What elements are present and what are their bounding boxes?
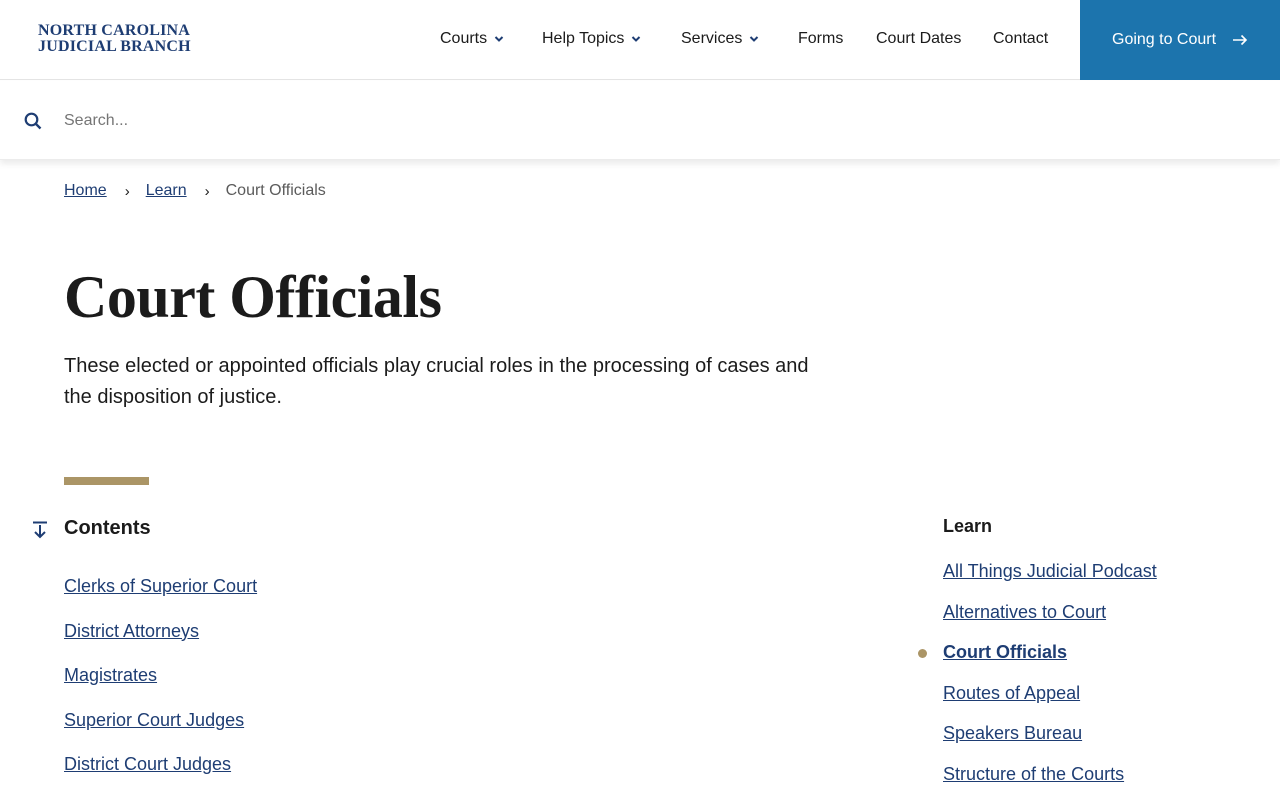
nav-forms-label: Forms (798, 30, 844, 47)
sidebar-item-podcast: All Things Judicial Podcast (943, 561, 1157, 602)
sidebar-link-podcast[interactable]: All Things Judicial Podcast (943, 561, 1157, 581)
list-item: District Attorneys (64, 621, 257, 666)
page-intro: These elected or appointed officials pla… (64, 355, 809, 408)
nav-help-topics-label: Help Topics (542, 30, 625, 47)
arrow-right-icon (1233, 34, 1248, 46)
sidebar-item-alternatives: Alternatives to Court (943, 602, 1157, 643)
contents-link-district-court-judges[interactable]: District Court Judges (64, 754, 231, 774)
site-logo[interactable]: NORTH CAROLINA JUDICIAL BRANCH (38, 23, 191, 55)
nav-forms[interactable]: Forms (798, 30, 843, 48)
sidebar-link-structure[interactable]: Structure of the Courts (943, 764, 1124, 784)
sidebar-link-alternatives[interactable]: Alternatives to Court (943, 602, 1106, 622)
search-input[interactable] (64, 107, 1244, 135)
accent-divider (64, 477, 149, 485)
arrow-down-to-line-icon (33, 521, 47, 539)
sidebar-link-court-officials[interactable]: Court Officials (943, 642, 1067, 662)
going-to-court-button[interactable]: Going to Court (1080, 0, 1280, 80)
nav-courts-label: Courts (440, 30, 488, 47)
breadcrumb: Home › Learn › Court Officials (64, 182, 326, 200)
sidebar-link-speakers-bureau[interactable]: Speakers Bureau (943, 723, 1082, 743)
list-item: Superior Court Judges (64, 710, 257, 755)
breadcrumb-separator-icon: › (124, 182, 130, 200)
contents-list: Clerks of Superior Court District Attorn… (64, 576, 257, 799)
going-to-court-label: Going to Court (1112, 31, 1217, 48)
chevron-down-icon (632, 36, 641, 42)
contents-link-magistrates[interactable]: Magistrates (64, 665, 157, 685)
contents-link-district-attorneys[interactable]: District Attorneys (64, 621, 199, 641)
sidebar-item-routes-of-appeal: Routes of Appeal (943, 683, 1157, 724)
nav-services[interactable]: Services (681, 30, 759, 48)
logo-line-2: JUDICIAL BRANCH (38, 38, 191, 55)
nav-contact-label: Contact (993, 30, 1049, 47)
breadcrumb-separator-icon: › (204, 182, 210, 200)
nav-court-dates-label: Court Dates (876, 30, 962, 47)
sidebar-item-court-officials: Court Officials (918, 642, 1157, 683)
chevron-down-icon (750, 36, 759, 42)
chevron-down-icon (494, 36, 504, 42)
contents-title: Contents (64, 517, 151, 539)
list-item: Clerks of Superior Court (64, 576, 257, 621)
active-indicator-dot (918, 649, 927, 659)
sidebar-title: Learn (943, 516, 993, 536)
nav-court-dates[interactable]: Court Dates (876, 30, 961, 48)
nav-help-topics[interactable]: Help Topics (542, 30, 641, 48)
sidebar-nav: All Things Judicial Podcast Alternatives… (918, 561, 1157, 800)
nav-services-label: Services (681, 30, 743, 47)
nav-contact[interactable]: Contact (993, 30, 1048, 48)
sidebar-item-speakers-bureau: Speakers Bureau (943, 723, 1157, 764)
list-item: Magistrates (64, 665, 257, 710)
list-item: District Court Judges (64, 754, 257, 799)
search-bar (0, 81, 1280, 160)
logo-line-1: NORTH CAROLINA (38, 22, 191, 39)
contents-link-clerks[interactable]: Clerks of Superior Court (64, 576, 257, 596)
breadcrumb-learn[interactable]: Learn (146, 182, 187, 200)
sidebar-item-structure: Structure of the Courts (943, 764, 1157, 800)
search-icon[interactable] (24, 112, 42, 130)
sidebar-link-routes-of-appeal[interactable]: Routes of Appeal (943, 683, 1080, 703)
breadcrumb-home[interactable]: Home (64, 182, 107, 200)
page-title: Court Officials (64, 264, 442, 330)
site-header: NORTH CAROLINA JUDICIAL BRANCH Courts He… (0, 0, 1280, 80)
nav-courts[interactable]: Courts (440, 30, 504, 48)
breadcrumb-current: Court Officials (225, 182, 326, 199)
contents-link-superior-court-judges[interactable]: Superior Court Judges (64, 710, 244, 730)
